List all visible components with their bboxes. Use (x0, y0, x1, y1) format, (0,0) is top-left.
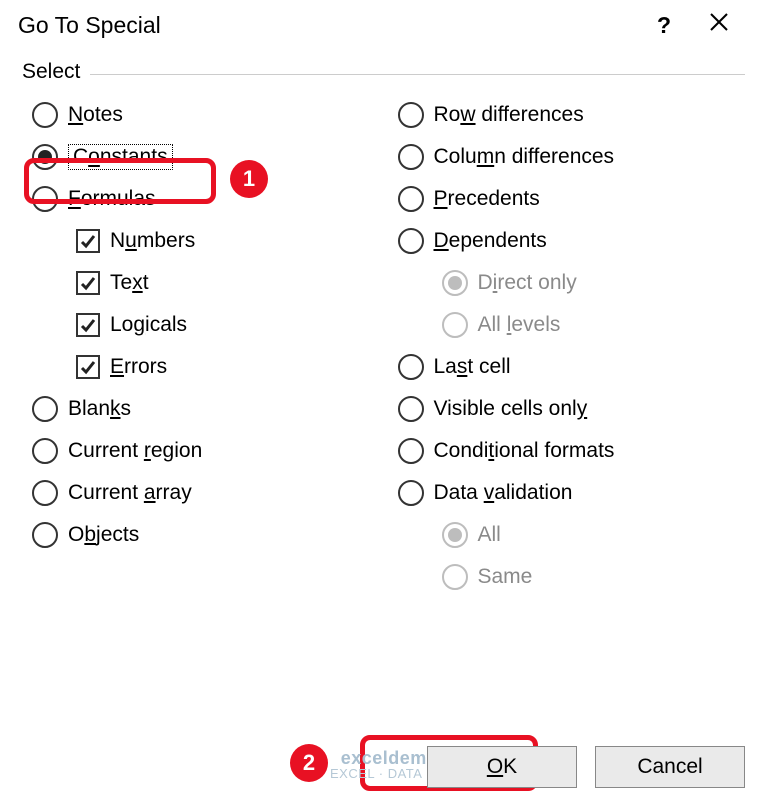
right-column: Row differences Column differences Prece… (384, 94, 740, 598)
radio-icon (398, 396, 424, 422)
radio-icon (442, 270, 468, 296)
radio-label: Constants (68, 144, 173, 170)
radio-icon (442, 564, 468, 590)
dialog-title: Go To Special (18, 12, 639, 39)
radio-label: Row differences (434, 103, 584, 127)
checkbox-label: Logicals (110, 313, 187, 337)
radio-label: Last cell (434, 355, 511, 379)
dialog-footer: OK Cancel (427, 746, 745, 788)
radio-data-validation[interactable]: Data validation (394, 472, 740, 514)
radio-conditional-formats[interactable]: Conditional formats (394, 430, 740, 472)
radio-icon (398, 228, 424, 254)
radio-current-region[interactable]: Current region (28, 430, 374, 472)
title-bar: Go To Special ? (0, 0, 767, 50)
checkbox-text[interactable]: Text (28, 262, 374, 304)
radio-icon (398, 102, 424, 128)
radio-icon (398, 144, 424, 170)
radio-label: Visible cells only (434, 397, 588, 421)
radio-label: Notes (68, 103, 123, 127)
ok-button[interactable]: OK (427, 746, 577, 788)
options-columns: Notes Constants Formulas Numbers Text Lo (22, 84, 745, 598)
radio-dv-same: Same (394, 556, 740, 598)
select-group: Select Notes Constants Formulas Numbers (0, 50, 767, 598)
radio-label: Precedents (434, 187, 540, 211)
checkbox-errors[interactable]: Errors (28, 346, 374, 388)
radio-notes[interactable]: Notes (28, 94, 374, 136)
radio-label: Conditional formats (434, 439, 615, 463)
radio-icon (32, 144, 58, 170)
checkbox-icon (76, 271, 100, 295)
radio-row-differences[interactable]: Row differences (394, 94, 740, 136)
radio-icon (32, 396, 58, 422)
group-label-row: Select (22, 60, 745, 84)
radio-visible-cells-only[interactable]: Visible cells only (394, 388, 740, 430)
radio-dependents[interactable]: Dependents (394, 220, 740, 262)
radio-icon (32, 438, 58, 464)
left-column: Notes Constants Formulas Numbers Text Lo (28, 94, 384, 598)
group-label: Select (22, 60, 80, 84)
checkbox-label: Text (110, 271, 149, 295)
radio-label: Dependents (434, 229, 547, 253)
checkbox-numbers[interactable]: Numbers (28, 220, 374, 262)
radio-label: Direct only (478, 271, 577, 295)
radio-icon (398, 480, 424, 506)
radio-objects[interactable]: Objects (28, 514, 374, 556)
checkbox-icon (76, 355, 100, 379)
radio-label: Same (478, 565, 533, 589)
checkbox-icon (76, 229, 100, 253)
radio-label: Current region (68, 439, 202, 463)
help-button[interactable]: ? (639, 12, 689, 39)
radio-all-levels: All levels (394, 304, 740, 346)
radio-current-array[interactable]: Current array (28, 472, 374, 514)
radio-column-differences[interactable]: Column differences (394, 136, 740, 178)
radio-label: Objects (68, 523, 139, 547)
close-icon (708, 11, 730, 33)
radio-label: Blanks (68, 397, 131, 421)
radio-icon (398, 354, 424, 380)
checkbox-label: Numbers (110, 229, 195, 253)
radio-icon (32, 522, 58, 548)
radio-formulas[interactable]: Formulas (28, 178, 374, 220)
checkbox-label: Errors (110, 355, 167, 379)
radio-label: All (478, 523, 501, 547)
radio-last-cell[interactable]: Last cell (394, 346, 740, 388)
radio-constants[interactable]: Constants (28, 136, 374, 178)
radio-icon (398, 186, 424, 212)
radio-icon (32, 186, 58, 212)
radio-label: Column differences (434, 145, 615, 169)
radio-precedents[interactable]: Precedents (394, 178, 740, 220)
cancel-button[interactable]: Cancel (595, 746, 745, 788)
radio-label: Data validation (434, 481, 573, 505)
radio-icon (32, 480, 58, 506)
radio-icon (442, 522, 468, 548)
annotation-badge-2: 2 (290, 744, 328, 782)
radio-icon (32, 102, 58, 128)
ok-button-label: OK (487, 755, 517, 779)
group-divider (90, 74, 745, 75)
radio-direct-only: Direct only (394, 262, 740, 304)
radio-icon (398, 438, 424, 464)
radio-blanks[interactable]: Blanks (28, 388, 374, 430)
cancel-button-label: Cancel (637, 755, 702, 779)
checkbox-logicals[interactable]: Logicals (28, 304, 374, 346)
radio-label: All levels (478, 313, 561, 337)
radio-dv-all: All (394, 514, 740, 556)
checkbox-icon (76, 313, 100, 337)
radio-icon (442, 312, 468, 338)
close-button[interactable] (689, 11, 749, 39)
radio-label: Formulas (68, 187, 156, 211)
radio-label: Current array (68, 481, 192, 505)
